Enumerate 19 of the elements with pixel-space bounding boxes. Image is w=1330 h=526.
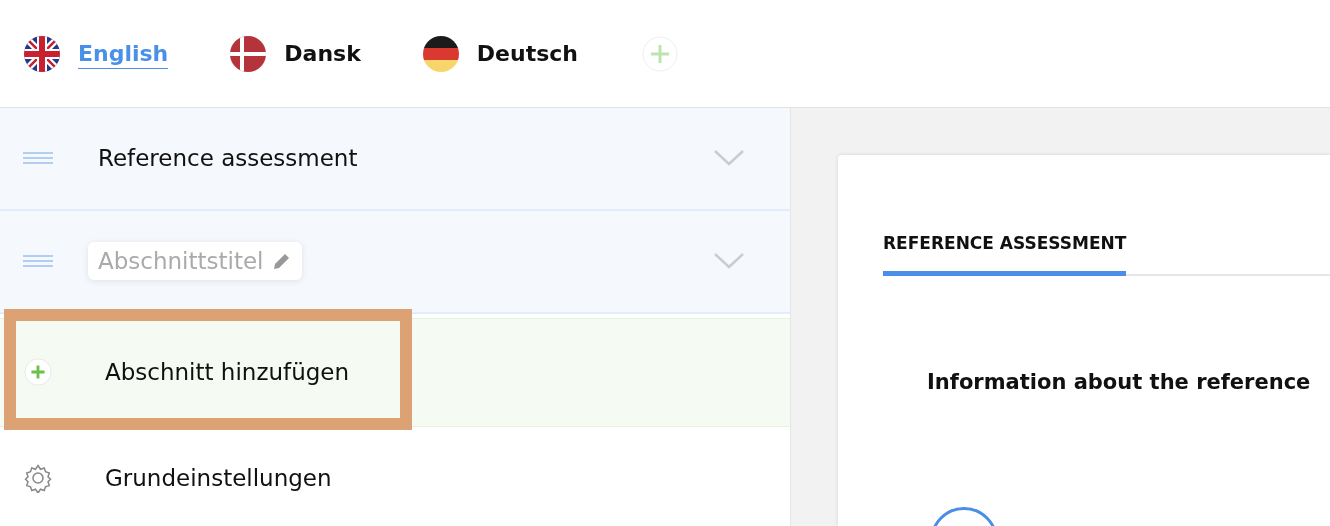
flag-icon bbox=[24, 35, 60, 72]
settings-row[interactable]: Grundeinstellungen bbox=[0, 430, 790, 526]
drag-handle-icon[interactable] bbox=[23, 255, 53, 268]
preview-tab[interactable]: REFERENCE ASSESSMENT bbox=[883, 233, 1127, 276]
flag-icon bbox=[230, 35, 267, 72]
language-tab[interactable]: Deutsch bbox=[422, 35, 578, 72]
settings-icon bbox=[23, 463, 53, 494]
language-tab[interactable]: Dansk bbox=[230, 35, 361, 72]
drag-handle-icon[interactable] bbox=[23, 152, 53, 165]
section-title: Reference assessment bbox=[98, 145, 359, 172]
flag-icon bbox=[422, 35, 459, 72]
pencil-icon bbox=[271, 251, 292, 272]
plus-icon bbox=[23, 357, 53, 388]
chevron-down-icon[interactable] bbox=[714, 253, 744, 270]
preview-heading: Information about the reference bbox=[927, 370, 1312, 394]
add-icon[interactable] bbox=[641, 35, 678, 72]
chevron-down-icon[interactable] bbox=[714, 150, 744, 167]
add-section-row[interactable]: Abschnitt hinzufügen bbox=[0, 317, 790, 427]
section-row[interactable]: Reference assessment bbox=[0, 108, 790, 211]
